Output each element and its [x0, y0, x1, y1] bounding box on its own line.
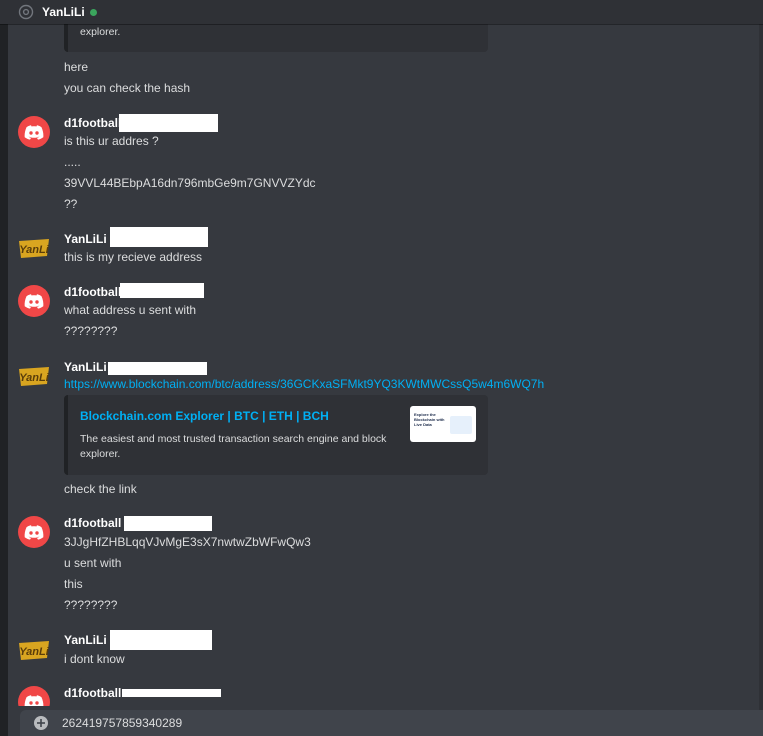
thumbnail-caption: Explore the Blockchain with Live Data — [414, 412, 445, 427]
yanlili-avatar-icon[interactable]: YanLi — [18, 634, 50, 666]
username[interactable]: d1football — [64, 115, 121, 131]
embed-description: The easiest and most trusted transaction… — [80, 433, 387, 460]
dm-recipient-name[interactable]: YanLiLi — [42, 5, 85, 19]
username[interactable]: d1football — [64, 284, 121, 300]
message-text: ???????? — [64, 324, 118, 338]
at-sign-icon — [18, 4, 34, 20]
add-attachment-button[interactable] — [34, 716, 48, 730]
embed-title-link[interactable]: Blockchain.com Explorer | BTC | ETH | BC… — [80, 409, 329, 423]
channel-header: YanLiLi — [0, 0, 763, 24]
redacted-box — [108, 362, 207, 375]
yanlili-avatar-icon[interactable]: YanLi — [18, 360, 50, 392]
username[interactable]: YanLiLi — [64, 359, 107, 375]
redacted-box — [122, 689, 221, 697]
message-text: this — [64, 577, 83, 591]
message-composer[interactable]: 262419757859340289 — [20, 710, 763, 736]
message-text: you can check the hash — [64, 81, 191, 95]
svg-text:YanLi: YanLi — [19, 372, 49, 384]
message-text: 3JJgHfZHBLqqVJvMgE3sX7nwtwZbWFwQw3 — [64, 535, 311, 549]
redacted-box — [110, 630, 212, 650]
thumbnail-graphic — [450, 416, 472, 434]
message-text: ?? — [64, 197, 78, 211]
embed-description: explorer. — [80, 26, 121, 38]
yanlili-avatar-icon[interactable]: YanLi — [18, 232, 50, 264]
svg-text:YanLi: YanLi — [19, 244, 49, 256]
username[interactable]: YanLiLi — [64, 231, 107, 247]
username[interactable]: d1football — [64, 685, 121, 701]
online-status-icon — [89, 8, 97, 16]
username[interactable]: YanLiLi — [64, 632, 107, 648]
message-input[interactable]: 262419757859340289 — [62, 716, 182, 730]
redacted-box — [119, 114, 218, 132]
redacted-box — [120, 283, 204, 298]
redacted-box — [124, 516, 212, 531]
message-text: check the link — [64, 482, 137, 496]
username[interactable]: d1football — [64, 515, 121, 531]
message-link[interactable]: https://www.blockchain.com/btc/address/3… — [64, 376, 544, 392]
embed-card-top: explorer. — [64, 24, 488, 52]
message-list[interactable]: explorer. here you can check the hash d1… — [0, 24, 763, 706]
discord-avatar-icon[interactable] — [18, 285, 50, 317]
message-text: what address u sent with — [64, 303, 197, 317]
message-text: ???????? — [64, 598, 118, 612]
redacted-box — [110, 227, 208, 247]
embed-thumbnail[interactable]: Explore the Blockchain with Live Data — [410, 406, 476, 442]
message-text: is this ur addres ? — [64, 134, 159, 148]
message-text: ..... — [64, 155, 81, 169]
discord-avatar-icon[interactable] — [18, 686, 50, 706]
message-text: u sent with — [64, 556, 122, 570]
plus-icon — [37, 719, 45, 727]
message-text: this is my recieve address — [64, 250, 203, 264]
message-text: i dont know — [64, 652, 125, 666]
message-text: here — [64, 60, 89, 74]
discord-avatar-icon[interactable] — [18, 516, 50, 548]
svg-text:YanLi: YanLi — [19, 646, 49, 658]
message-text: 39VVL44BEbpA16dn796mbGe9m7GNVVZYdc — [64, 176, 316, 190]
discord-avatar-icon[interactable] — [18, 116, 50, 148]
link-embed-card: Blockchain.com Explorer | BTC | ETH | BC… — [64, 395, 488, 475]
